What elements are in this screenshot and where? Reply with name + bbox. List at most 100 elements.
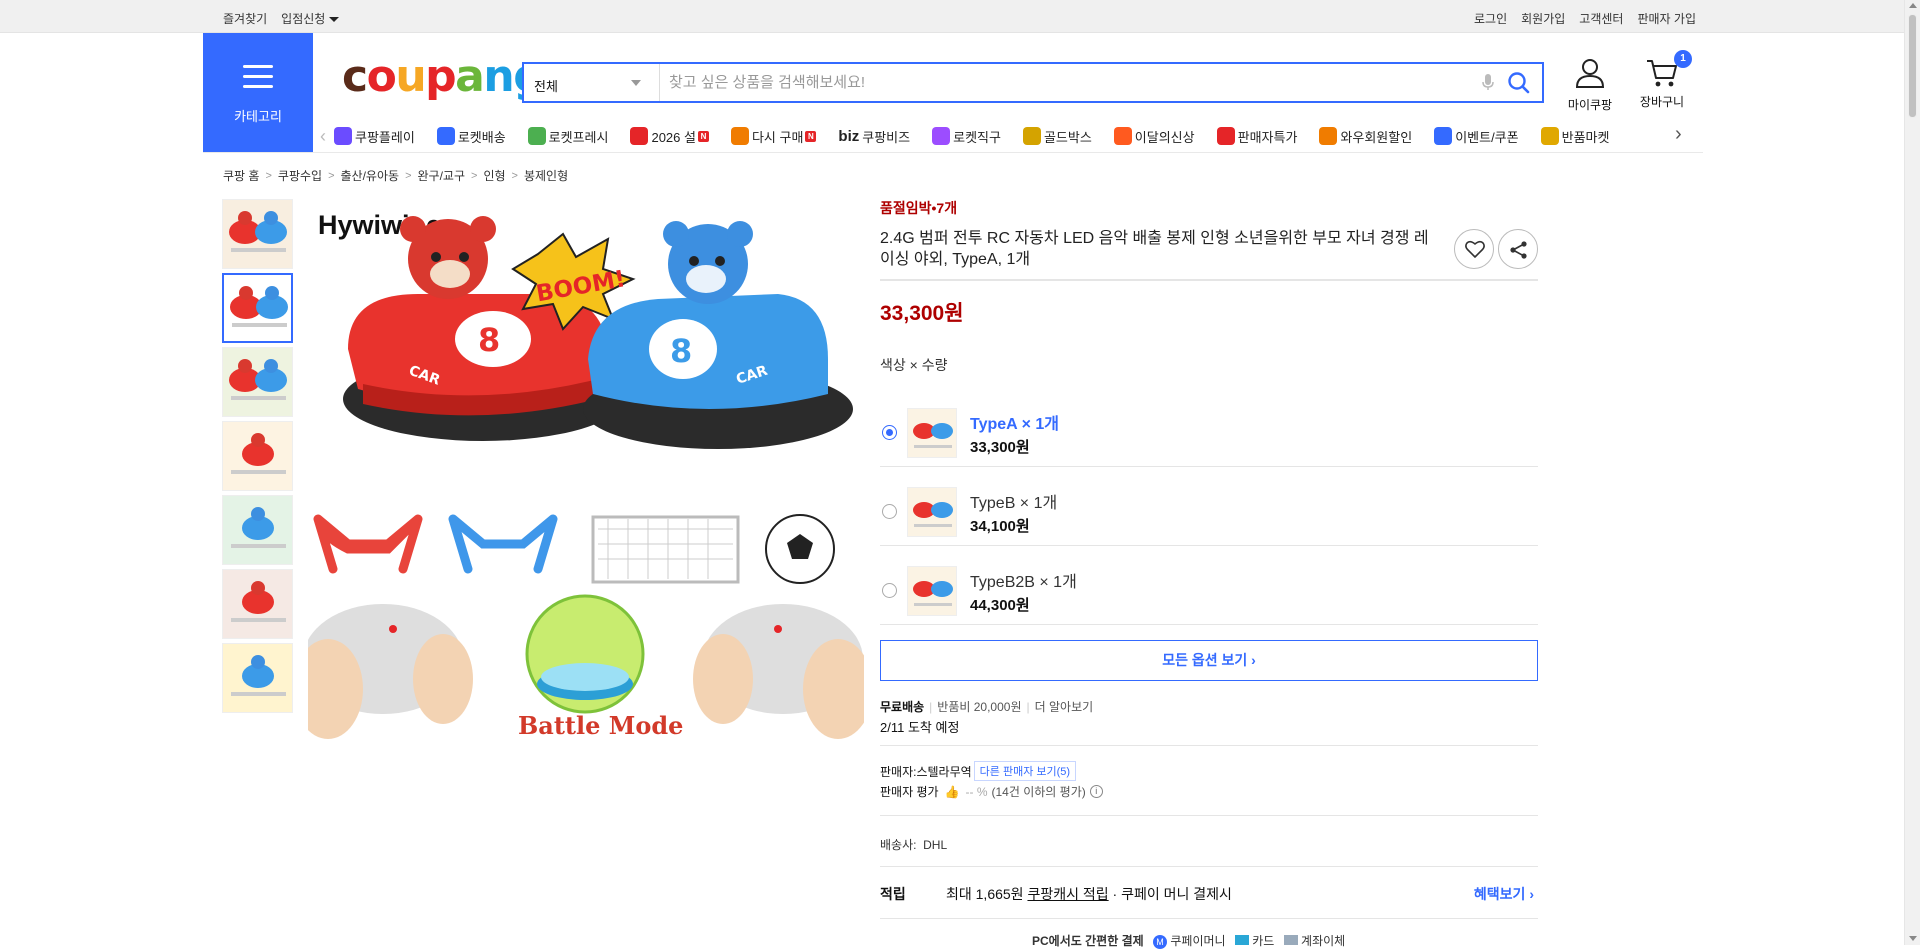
- breadcrumb-item[interactable]: 완구/교구: [418, 167, 466, 184]
- nav-prev-icon[interactable]: ‹: [320, 126, 334, 147]
- option-name: TypeB × 1개: [970, 495, 1058, 512]
- breadcrumb-separator-icon: >: [328, 169, 335, 182]
- breadcrumb-item[interactable]: 출산/유아동: [341, 167, 400, 184]
- breadcrumb-item[interactable]: 인형: [483, 167, 505, 184]
- breadcrumb-separator-icon: >: [471, 169, 478, 182]
- nav-item[interactable]: biz 쿠팡비즈: [838, 127, 910, 146]
- logo-letter: o: [366, 51, 397, 102]
- nav-item[interactable]: 쿠팡플레이: [334, 127, 415, 146]
- option-name: TypeB2B × 1개: [970, 574, 1077, 591]
- nav-item-label: 쿠팡비즈: [862, 129, 911, 145]
- other-sellers-button[interactable]: 다른 판매자 보기(5): [973, 761, 1077, 781]
- coupon-icon: [1434, 127, 1453, 145]
- breadcrumb-item[interactable]: 봉제인형: [524, 167, 568, 184]
- cart-count-badge: 1: [1674, 50, 1692, 68]
- mycoupang-button[interactable]: 마이쿠팡: [1560, 58, 1620, 113]
- customer-center-link[interactable]: 고객센터: [1579, 10, 1623, 27]
- product-thumbnail[interactable]: [222, 347, 293, 417]
- main-product-image[interactable]: Hywiwine 8 CAR BOOM! 8 CAR Battle Mode: [308, 199, 864, 744]
- nav-item[interactable]: 2026 설N: [630, 127, 709, 146]
- nav-item[interactable]: 이달의신상: [1113, 127, 1195, 146]
- rocket-fresh-icon: [527, 127, 546, 145]
- option-radio[interactable]: [882, 504, 897, 519]
- wishlist-button[interactable]: [1454, 229, 1494, 269]
- nav-item-label: 판매자특가: [1237, 129, 1298, 145]
- nav-item[interactable]: 골드박스: [1022, 127, 1092, 146]
- nav-item[interactable]: 다시 구매 N: [730, 127, 817, 146]
- user-icon: [1575, 59, 1605, 88]
- seller-label: 판매자:: [880, 764, 917, 779]
- search-bar: 전체: [522, 62, 1544, 103]
- product-thumbnail[interactable]: [222, 199, 293, 269]
- coupang-logo[interactable]: coupang: [342, 55, 545, 99]
- nav-item[interactable]: 반품마켓: [1540, 127, 1609, 146]
- product-price: 33,300원: [880, 302, 964, 325]
- nav-next-icon[interactable]: ›: [1675, 123, 1682, 146]
- reward-text: 최대 1,665원 쿠팡캐시 적립 · 쿠페이 머니 결제시: [946, 884, 1232, 904]
- divider: [880, 918, 1538, 919]
- payment-title: PC에서도 간편한 결제: [1032, 934, 1144, 948]
- nav-item[interactable]: 로켓프레시: [527, 127, 608, 146]
- nav-item[interactable]: 로켓직구: [932, 127, 1001, 146]
- nav-item-label: 2026 설: [651, 129, 696, 145]
- seller-apply-menu[interactable]: 입점신청: [281, 10, 340, 27]
- play-icon: [334, 127, 352, 145]
- heart-icon: [1465, 240, 1485, 258]
- microphone-icon[interactable]: [1482, 74, 1494, 91]
- breadcrumb-item[interactable]: 쿠팡수입: [278, 167, 322, 184]
- product-thumbnail[interactable]: [222, 495, 293, 565]
- reward-amount: 최대 1,665원: [946, 886, 1024, 902]
- gift-icon: [630, 127, 649, 145]
- bookmark-link[interactable]: 즐겨찾기: [223, 10, 267, 27]
- all-options-button[interactable]: 모든 옵션 보기 ›: [880, 640, 1538, 681]
- coupang-cash-link[interactable]: 쿠팡캐시 적립: [1027, 886, 1108, 902]
- nav-item-label: 이벤트/쿠폰: [1455, 129, 1519, 145]
- option-radio[interactable]: [882, 583, 897, 598]
- nav-item[interactable]: 이벤트/쿠폰: [1434, 127, 1519, 146]
- payment-bank[interactable]: 계좌이체: [1301, 934, 1345, 948]
- learn-more-link[interactable]: 더 알아보기: [1035, 700, 1094, 714]
- nav-item-label: 골드박스: [1043, 129, 1092, 145]
- product-thumbnail[interactable]: [222, 569, 293, 639]
- scroll-up-icon[interactable]: [1909, 3, 1917, 8]
- breadcrumb-item[interactable]: 쿠팡 홈: [223, 167, 259, 184]
- option-label: 색상 × 수량: [880, 357, 948, 373]
- scroll-down-icon[interactable]: [1909, 936, 1917, 941]
- option-row[interactable]: TypeB × 1개 34,100원: [880, 467, 1538, 546]
- search-icon[interactable]: [1506, 70, 1532, 96]
- payment-money[interactable]: 쿠페이머니: [1170, 934, 1225, 948]
- option-price: 33,300원: [970, 439, 1030, 456]
- category-button[interactable]: 카테고리: [203, 33, 313, 152]
- search-category-select[interactable]: 전체: [524, 64, 660, 101]
- seller-rating-value: -- %: [965, 784, 988, 799]
- product-thumbnail[interactable]: [222, 421, 293, 491]
- payment-card[interactable]: 카드: [1252, 934, 1274, 948]
- card-icon: [1234, 935, 1249, 945]
- nav-item-label: 와우회원할인: [1340, 129, 1413, 145]
- service-nav: ‹ 쿠팡플레이 로켓배송 로켓프레시 2026 설 N 다시 구매 N biz 쿠팡비즈 로켓직구…: [320, 122, 1700, 150]
- nav-item-label: 이달의신상: [1134, 129, 1195, 145]
- nav-item[interactable]: 판매자특가: [1216, 127, 1298, 146]
- share-button[interactable]: [1498, 229, 1538, 269]
- goldbox-icon: [1022, 127, 1041, 145]
- option-radio[interactable]: [882, 425, 897, 440]
- page-scrollbar[interactable]: [1904, 0, 1920, 945]
- benefits-link[interactable]: 혜택보기 ›: [1474, 884, 1534, 904]
- nav-item[interactable]: 로켓배송: [436, 127, 506, 146]
- new-badge: N: [697, 130, 709, 142]
- menu-icon: [243, 65, 273, 89]
- nav-item[interactable]: 와우회원할인: [1319, 127, 1412, 146]
- option-price: 44,300원: [970, 597, 1030, 614]
- dropdown-arrow-icon: [631, 80, 641, 86]
- product-thumbnail[interactable]: [222, 273, 293, 343]
- search-input[interactable]: [669, 70, 1469, 94]
- signup-link[interactable]: 회원가입: [1521, 10, 1565, 27]
- option-row[interactable]: TypeB2B × 1개 44,300원: [880, 546, 1538, 625]
- scrollbar-thumb[interactable]: [1908, 14, 1917, 118]
- option-row[interactable]: TypeA × 1개 33,300원: [880, 388, 1538, 467]
- info-icon[interactable]: i: [1089, 785, 1103, 798]
- login-link[interactable]: 로그인: [1474, 10, 1507, 27]
- cart-button[interactable]: 1 장바구니: [1632, 50, 1692, 110]
- product-thumbnail[interactable]: [222, 643, 293, 713]
- seller-signup-link[interactable]: 판매자 가입: [1637, 10, 1696, 27]
